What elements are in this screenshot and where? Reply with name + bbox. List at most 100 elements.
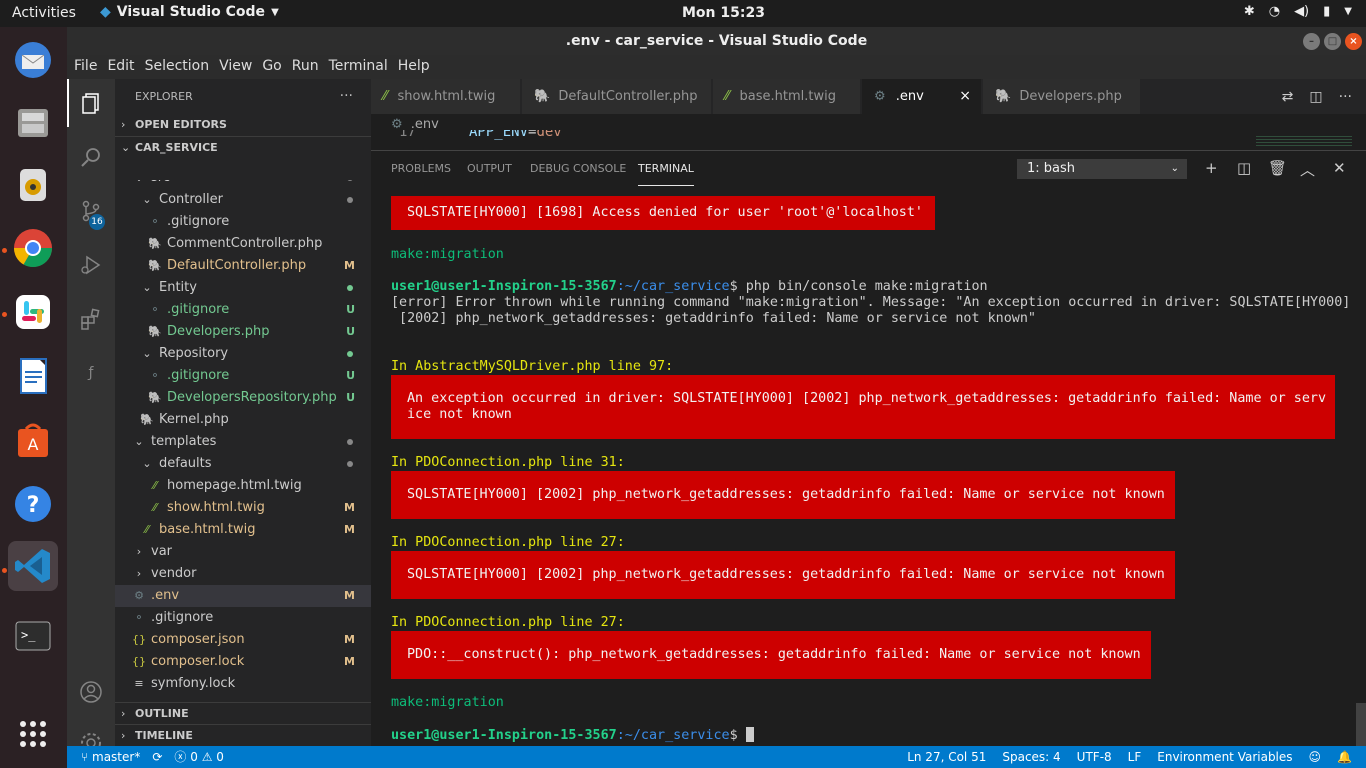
close-panel-icon[interactable]: ✕ — [1333, 159, 1346, 177]
software-center-icon[interactable]: A — [8, 415, 58, 465]
tree-item[interactable]: ⚬ .gitignore U — [115, 299, 371, 321]
timeline-section[interactable]: › TIMELINE — [115, 724, 371, 746]
menu-run[interactable]: Run — [287, 55, 324, 79]
more-actions-icon[interactable]: ··· — [1339, 89, 1352, 105]
end-of-line[interactable]: LF — [1128, 746, 1142, 768]
chrome-icon[interactable] — [8, 223, 58, 273]
search-icon[interactable] — [67, 133, 115, 181]
tab-show-html-twig[interactable]: ⁄⁄ show.html.twig — [371, 79, 521, 114]
chevron-down-icon[interactable]: ▼ — [1344, 6, 1352, 17]
tree-item[interactable]: ⚙ .env M — [115, 585, 371, 607]
tab-developers-php[interactable]: 🐘 Developers.php — [983, 79, 1141, 114]
menu-view[interactable]: View — [214, 55, 257, 79]
tree-item[interactable]: ⁄⁄ show.html.twig M — [115, 497, 371, 519]
menu-edit[interactable]: Edit — [102, 55, 139, 79]
feedback-icon[interactable]: ☺ — [1309, 746, 1322, 768]
encoding[interactable]: UTF-8 — [1077, 746, 1112, 768]
maximize-panel-icon[interactable]: ︿ — [1300, 159, 1315, 180]
app-menu[interactable]: ◆ Visual Studio Code ▼ — [100, 4, 279, 20]
tab-base-html-twig[interactable]: ⁄⁄ base.html.twig — [713, 79, 861, 114]
outline-section[interactable]: › OUTLINE — [115, 702, 371, 724]
help-icon[interactable]: ? — [8, 479, 58, 529]
editor-code-line[interactable]: 17 APP_ENV=dev — [371, 130, 1366, 144]
symfony-icon[interactable]: ƒ — [67, 349, 115, 397]
libreoffice-writer-icon[interactable] — [8, 351, 58, 401]
tab-problems[interactable]: PROBLEMS — [391, 151, 451, 186]
tree-item[interactable]: › var — [115, 541, 371, 563]
close-window-button[interactable]: × — [1345, 33, 1362, 50]
terminal-output[interactable]: SQLSTATE[HY000] [1698] Access denied for… — [391, 196, 1351, 746]
tree-item[interactable]: ⚬ .gitignore — [115, 607, 371, 629]
run-debug-icon[interactable] — [67, 241, 115, 289]
files-icon[interactable] — [8, 97, 58, 147]
extensions-icon[interactable] — [67, 295, 115, 343]
activities-button[interactable]: Activities — [12, 5, 76, 21]
slack-tray-icon[interactable]: ✱ — [1244, 4, 1255, 19]
tab-output[interactable]: OUTPUT — [467, 151, 512, 186]
new-terminal-icon[interactable]: + — [1205, 159, 1218, 177]
minimap[interactable] — [1256, 136, 1352, 148]
close-tab-icon[interactable]: × — [959, 79, 971, 114]
tree-item[interactable]: ⌄ Controller — [115, 189, 371, 211]
branch-indicator[interactable]: ⑂ master* — [81, 746, 140, 768]
tree-item[interactable]: ≡ symfony.lock — [115, 673, 371, 695]
tree-item[interactable]: ⁄⁄ base.html.twig M — [115, 519, 371, 541]
clock[interactable]: Mon 15:23 — [682, 5, 765, 21]
tree-item[interactable]: ⌄ templates — [115, 431, 371, 453]
sync-icon[interactable]: ⟳ — [152, 746, 162, 768]
wifi-icon[interactable]: ◔ — [1269, 4, 1280, 19]
open-editors-section[interactable]: › OPEN EDITORS — [115, 114, 371, 136]
explorer-icon[interactable] — [67, 79, 115, 127]
terminal-scrollbar[interactable] — [1356, 703, 1366, 747]
tree-item[interactable]: ⌄ Entity — [115, 277, 371, 299]
tree-item[interactable]: ⁄⁄ homepage.html.twig — [115, 475, 371, 497]
slack-icon[interactable] — [8, 287, 58, 337]
split-terminal-icon[interactable]: ◫ — [1237, 159, 1251, 177]
window-titlebar[interactable]: .env - car_service - Visual Studio Code … — [67, 27, 1366, 55]
maximize-button[interactable]: □ — [1324, 33, 1341, 50]
project-section[interactable]: ⌄ CAR_SERVICE — [115, 136, 371, 158]
tree-item[interactable]: 🐘 CommentController.php — [115, 233, 371, 255]
tree-item[interactable]: 🐘 DefaultController.php M — [115, 255, 371, 277]
indentation[interactable]: Spaces: 4 — [1002, 746, 1060, 768]
tree-item[interactable]: {} composer.json M — [115, 629, 371, 651]
tree-item[interactable]: {} composer.lock M — [115, 651, 371, 673]
split-editor-icon[interactable]: ◫ — [1309, 89, 1322, 105]
tree-item[interactable]: ⌄ src — [115, 180, 371, 189]
vscode-dock-icon[interactable] — [8, 541, 58, 591]
battery-icon[interactable]: ▮ — [1323, 4, 1330, 19]
menu-file[interactable]: File — [69, 55, 102, 79]
menu-help[interactable]: Help — [393, 55, 435, 79]
problems-indicator[interactable]: ⓧ 0 ⚠ 0 — [174, 746, 224, 768]
open-changes-icon[interactable]: ⇄ — [1282, 89, 1294, 105]
tab-default-controller[interactable]: 🐘 DefaultController.php — [522, 79, 712, 114]
menu-selection[interactable]: Selection — [140, 55, 215, 79]
tree-item[interactable]: ⚬ .gitignore U — [115, 365, 371, 387]
minimize-button[interactable]: – — [1303, 33, 1320, 50]
notifications-icon[interactable]: 🔔 — [1337, 746, 1352, 768]
tree-item[interactable]: ⚬ .gitignore — [115, 211, 371, 233]
tab-debug-console[interactable]: DEBUG CONSOLE — [530, 151, 626, 186]
accounts-icon[interactable] — [67, 668, 115, 716]
volume-icon[interactable]: ◀) — [1294, 4, 1309, 19]
tree-item[interactable]: › vendor — [115, 563, 371, 585]
show-applications-icon[interactable] — [8, 709, 58, 759]
system-tray[interactable]: ✱ ◔ ◀) ▮ ▼ — [1244, 4, 1352, 19]
tree-item[interactable]: 🐘 Kernel.php — [115, 409, 371, 431]
source-control-icon[interactable]: 16 — [67, 187, 115, 235]
tree-item[interactable]: ⌄ defaults — [115, 453, 371, 475]
terminal-icon[interactable]: >_ — [8, 611, 58, 661]
tree-item[interactable]: ⌄ Repository — [115, 343, 371, 365]
terminal-select[interactable]: 1: bash ⌄ — [1017, 159, 1187, 179]
rhythmbox-icon[interactable] — [8, 159, 58, 209]
tab-env[interactable]: ⚙ .env × — [862, 79, 982, 114]
menu-go[interactable]: Go — [257, 55, 286, 79]
tab-terminal[interactable]: TERMINAL — [638, 151, 694, 186]
trash-icon[interactable]: 🗑 — [1268, 159, 1287, 177]
tree-item[interactable]: 🐘 DevelopersRepository.php U — [115, 387, 371, 409]
more-actions-icon[interactable]: ··· — [340, 79, 353, 114]
language-mode[interactable]: Environment Variables — [1157, 746, 1292, 768]
menu-terminal[interactable]: Terminal — [324, 55, 393, 79]
thunderbird-icon[interactable] — [8, 35, 58, 85]
cursor-position[interactable]: Ln 27, Col 51 — [907, 746, 986, 768]
